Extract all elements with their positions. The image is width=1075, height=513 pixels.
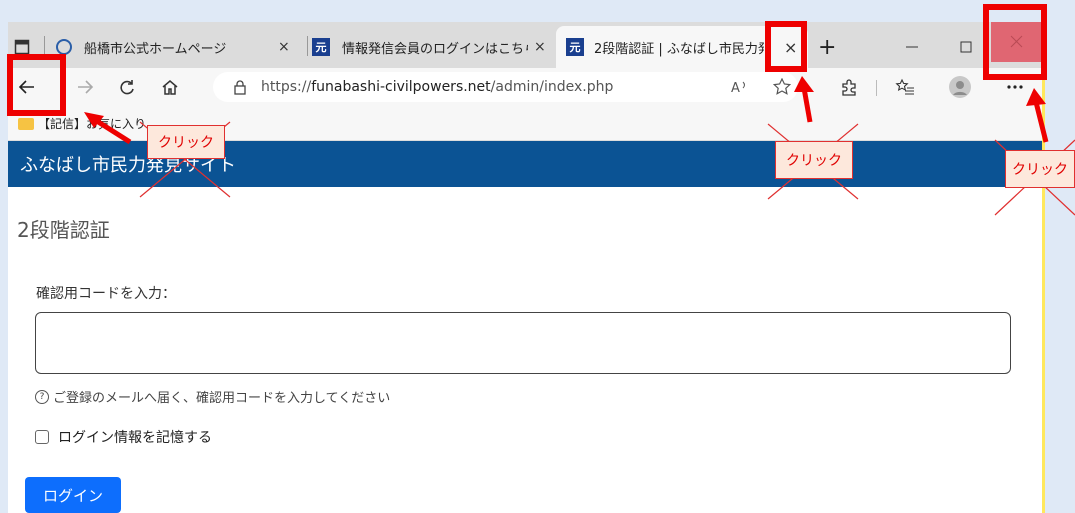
tab-title: 情報発信会員のログインはこちら(: [342, 41, 528, 57]
tab-member-login[interactable]: 元 情報発信会員のログインはこちら( ×: [312, 26, 558, 68]
avatar-icon: [949, 76, 971, 98]
highlight-window-close: [983, 4, 1047, 80]
url-prefix: https://: [261, 79, 312, 95]
address-bar[interactable]: https://funabashi-civilpowers.net/admin/…: [213, 72, 798, 102]
arrow-window-close: [1026, 88, 1049, 143]
help-text: ? ご登録のメールへ届く、確認用コードを入力してください: [35, 387, 390, 406]
puzzle-icon: [842, 79, 856, 96]
navigation-bar: https://funabashi-civilpowers.net/admin/…: [8, 68, 1042, 106]
tab-funabashi-city[interactable]: 船橋市公式ホームページ ×: [56, 26, 304, 68]
url-text: https://funabashi-civilpowers.net/admin/…: [261, 79, 613, 95]
maximize-icon: [960, 41, 972, 53]
site-favicon-icon: 元: [312, 38, 330, 56]
verification-code-input[interactable]: [35, 312, 1011, 374]
globe-icon: [56, 39, 72, 55]
callout-click-tab-close: クリック: [775, 141, 853, 179]
remember-login[interactable]: ログイン情報を記憶する: [35, 427, 212, 447]
close-icon[interactable]: ×: [278, 39, 290, 55]
tab-divider: [307, 36, 308, 56]
auth-form: 2段階認証 確認用コードを入力： ? ご登録のメールへ届く、確認用コードを入力し…: [8, 187, 1042, 513]
question-icon: ?: [35, 389, 49, 404]
maximize-button[interactable]: [960, 26, 980, 68]
tab-actions-icon: [14, 39, 30, 55]
folder-icon: [18, 117, 34, 130]
home-button[interactable]: [155, 72, 185, 102]
arrow-tab-close: [794, 76, 814, 123]
callout-click-window-close: クリック: [1005, 150, 1075, 188]
home-icon: [162, 80, 178, 95]
login-button[interactable]: ログイン: [25, 477, 121, 513]
minimize-icon: [906, 46, 918, 48]
new-tab-button[interactable]: +: [818, 26, 842, 68]
help-message: ご登録のメールへ届く、確認用コードを入力してください: [53, 391, 391, 406]
url-domain: funabashi-civilpowers.net: [311, 79, 491, 95]
site-favicon-icon: 元: [566, 38, 584, 56]
tab-title: 2段階認証 | ふなばし市民力発: [594, 41, 764, 57]
code-label: 確認用コードを入力：: [36, 286, 176, 302]
callout-click-back: クリック: [147, 125, 225, 159]
highlight-tab-close: [765, 21, 807, 72]
remember-label: ログイン情報を記憶する: [58, 430, 212, 446]
svg-text:A: A: [731, 81, 740, 95]
favorites-list-icon: [895, 78, 914, 95]
page-title: 2段階認証: [17, 218, 110, 242]
extensions-button[interactable]: [834, 72, 864, 102]
close-icon[interactable]: ×: [534, 39, 546, 55]
tab-divider: [44, 36, 45, 56]
read-aloud-icon[interactable]: A: [731, 79, 751, 95]
lock-icon: [234, 80, 246, 95]
refresh-button[interactable]: [112, 72, 142, 102]
remember-checkbox[interactable]: [35, 430, 49, 444]
refresh-icon: [120, 80, 134, 95]
browser-window: 船橋市公式ホームページ × 元 情報発信会員のログインはこちら( × 元 2段階…: [8, 22, 1042, 513]
favorites-button[interactable]: [890, 72, 920, 102]
favorite-star-icon[interactable]: [773, 78, 791, 96]
url-path: /admin/index.php: [490, 79, 614, 95]
minimize-button[interactable]: [906, 26, 926, 68]
forward-button[interactable]: [70, 72, 100, 102]
arrow-back: [84, 112, 132, 145]
tab-title: 船橋市公式ホームページ: [84, 41, 227, 57]
highlight-back-button: [7, 54, 66, 116]
forward-arrow-icon: [78, 80, 94, 94]
tab-strip: 船橋市公式ホームページ × 元 情報発信会員のログインはこちら( × 元 2段階…: [8, 22, 1042, 68]
plus-icon: +: [818, 34, 837, 60]
toolbar-divider: [876, 80, 877, 96]
profile-button[interactable]: [945, 72, 975, 102]
